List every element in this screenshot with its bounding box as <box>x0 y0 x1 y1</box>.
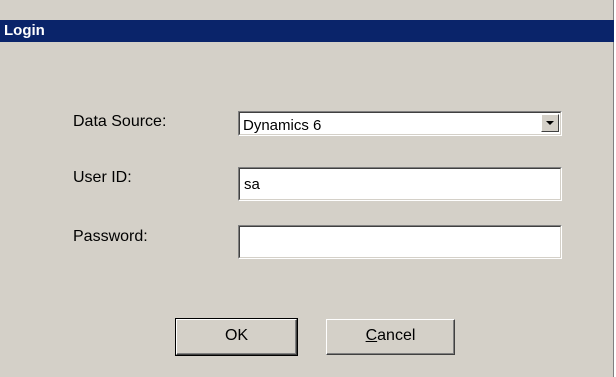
ok-button[interactable]: OK <box>175 318 298 356</box>
data-source-select[interactable]: Dynamics 6 <box>238 111 562 136</box>
cancel-mnemonic: C <box>365 327 378 344</box>
data-source-dropdown-button[interactable] <box>541 114 559 132</box>
cancel-button-label: Cancel <box>327 327 454 345</box>
cancel-button[interactable]: Cancel <box>326 319 455 355</box>
chevron-down-icon <box>546 121 554 125</box>
title-bar[interactable]: Login <box>0 20 614 42</box>
login-dialog: Login Data Source: Dynamics 6 User ID: P… <box>0 0 614 377</box>
ok-button-label: OK <box>224 327 249 344</box>
user-id-label: User ID: <box>73 169 132 186</box>
data-source-value: Dynamics 6 <box>243 117 322 134</box>
window-title: Login <box>4 22 45 39</box>
data-source-label: Data Source: <box>73 113 167 130</box>
user-id-input[interactable] <box>241 170 559 198</box>
password-label: Password: <box>73 228 148 245</box>
cancel-label-rest: ancel <box>377 327 416 344</box>
password-input[interactable] <box>241 228 559 256</box>
user-id-field[interactable] <box>238 167 562 201</box>
password-field[interactable] <box>238 225 562 259</box>
